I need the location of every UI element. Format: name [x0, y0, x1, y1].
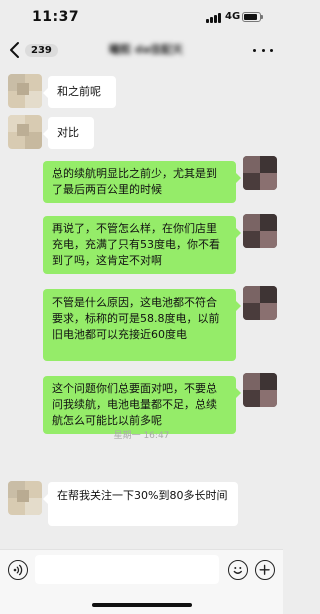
- message-bubble[interactable]: 再说了，不管怎么样，在你们店里充电，充满了只有53度电，你不看到了吗，这肯定不对…: [43, 216, 241, 274]
- more-dots-icon: [253, 48, 256, 52]
- message-bubble[interactable]: 对比: [43, 117, 94, 149]
- message-bubble[interactable]: 在帮我关注一下30%到80多长时间: [43, 482, 238, 526]
- emoji-icon: [233, 567, 242, 574]
- unread-count-badge: 239: [25, 43, 58, 57]
- avatar[interactable]: [8, 481, 42, 515]
- chat-header: 239 曦熙 da佳配天: [0, 36, 283, 64]
- message-text: 对比: [57, 126, 79, 139]
- status-time: 11:37: [32, 9, 80, 25]
- message-text: 不管是什么原因，这电池都不符合要求，标称的可是58.8度电，以前旧电池都可以充接…: [52, 296, 220, 341]
- network-type: 4G: [225, 11, 241, 22]
- avatar[interactable]: [243, 286, 277, 320]
- avatar[interactable]: [8, 74, 42, 108]
- message-text: 再说了，不管怎么样，在你们店里充电，充满了只有53度电，你不看到了吗，这肯定不对…: [52, 222, 220, 267]
- message-bubble[interactable]: 和之前呢: [43, 76, 116, 108]
- message-text: 总的续航明显比之前少，尤其是到了最后两百公里的时候: [52, 167, 217, 196]
- battery-icon: [242, 12, 263, 22]
- message-bubble[interactable]: 不管是什么原因，这电池都不符合要求，标称的可是58.8度电，以前旧电池都可以充接…: [43, 289, 241, 361]
- chevron-left-icon: [10, 42, 19, 58]
- message-bubble[interactable]: 这个问题你们总要面对吧，不要总问我续航，电池电量都不足，总续航怎么可能比以前多呢: [43, 376, 241, 434]
- message-text: 和之前呢: [57, 85, 101, 98]
- chat-title: 曦熙 da佳配天: [108, 43, 184, 56]
- avatar[interactable]: [8, 115, 42, 149]
- more-options-button[interactable]: [253, 42, 273, 58]
- emoji-button[interactable]: [228, 560, 248, 580]
- avatar[interactable]: [243, 214, 277, 248]
- message-text: 这个问题你们总要面对吧，不要总问我续航，电池电量都不足，总续航怎么可能比以前多呢: [52, 382, 217, 427]
- avatar[interactable]: [243, 156, 277, 190]
- avatar[interactable]: [243, 373, 277, 407]
- cellular-signal-icon: [206, 13, 222, 23]
- plus-icon: [259, 564, 270, 575]
- message-timestamp: 星期一 16:47: [113, 431, 170, 441]
- home-indicator: [92, 603, 192, 607]
- voice-button[interactable]: [8, 560, 28, 580]
- message-input[interactable]: [35, 555, 219, 584]
- add-button[interactable]: [255, 560, 275, 580]
- message-bubble[interactable]: 总的续航明显比之前少，尤其是到了最后两百公里的时候: [43, 161, 241, 203]
- voice-icon: [13, 564, 23, 576]
- back-button[interactable]: 239: [8, 36, 58, 64]
- message-text: 在帮我关注一下30%到80多长时间: [57, 489, 228, 502]
- message-input-bar: [0, 549, 283, 614]
- status-bar: 11:37 4G: [0, 0, 283, 36]
